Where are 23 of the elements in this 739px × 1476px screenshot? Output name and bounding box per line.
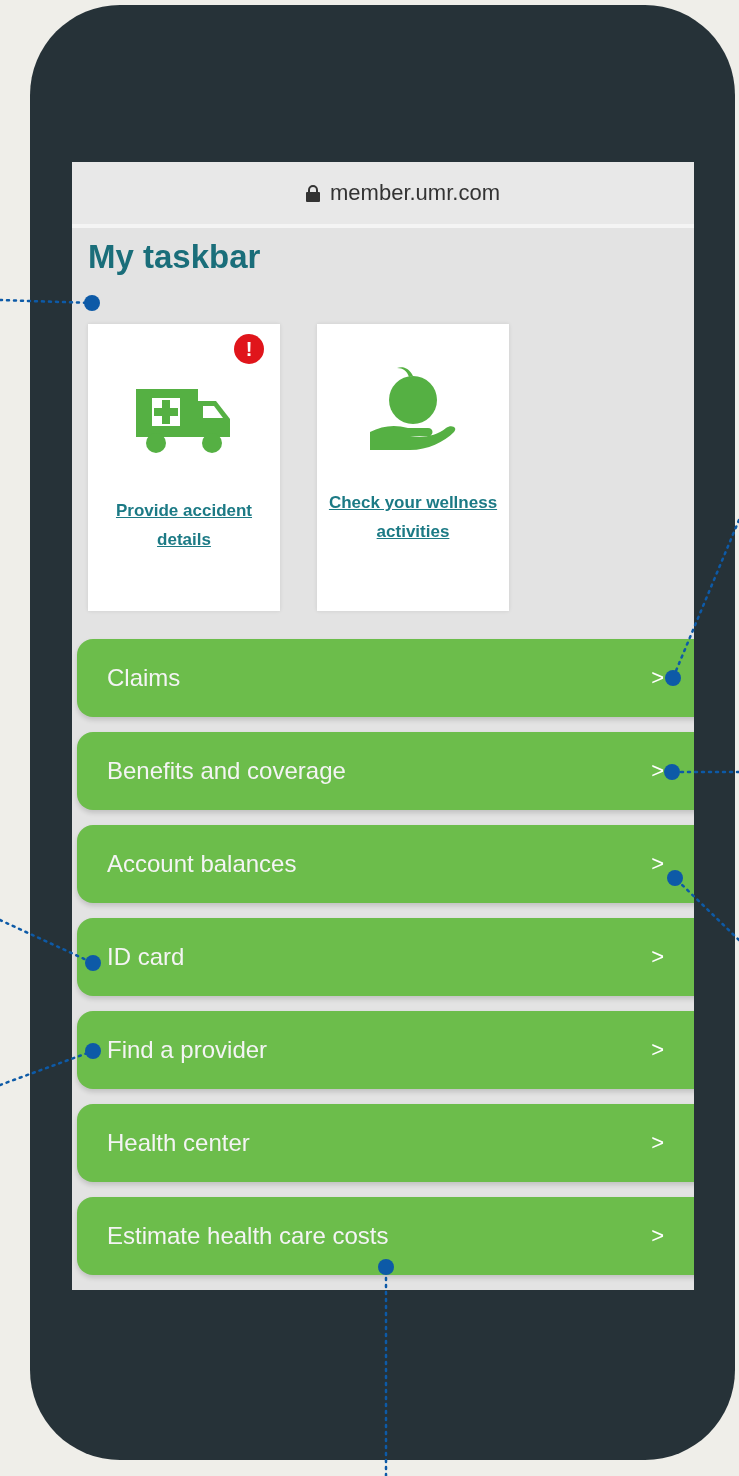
task-link[interactable]: Check your wellness activities bbox=[327, 488, 499, 546]
chevron-icon: > bbox=[651, 944, 664, 970]
menu-item[interactable]: Claims > bbox=[77, 639, 694, 717]
menu-item[interactable]: ID card > bbox=[77, 918, 694, 996]
chevron-icon: > bbox=[651, 1037, 664, 1063]
chevron-icon: > bbox=[651, 665, 664, 691]
menu-item[interactable]: Health center > bbox=[77, 1104, 694, 1182]
chevron-icon: > bbox=[651, 1130, 664, 1156]
chevron-icon: > bbox=[651, 758, 664, 784]
alert-badge: ! bbox=[234, 334, 264, 364]
menu-item[interactable]: Benefits and coverage > bbox=[77, 732, 694, 810]
task-card[interactable]: Check your wellness activities bbox=[317, 324, 509, 611]
menu-item[interactable]: Find a provider > bbox=[77, 1011, 694, 1089]
lock-icon bbox=[306, 184, 321, 202]
callout-marker bbox=[667, 870, 739, 942]
taskbar-title: My taskbar bbox=[88, 238, 262, 276]
url-text: member.umr.com bbox=[330, 180, 500, 206]
chevron-icon: > bbox=[651, 851, 664, 877]
task-card[interactable]: ! Provide accident details bbox=[88, 324, 280, 611]
chevron-icon: > bbox=[651, 1223, 664, 1249]
task-link[interactable]: Provide accident details bbox=[98, 496, 270, 554]
menu-item[interactable]: Account balances > bbox=[77, 825, 694, 903]
menu-item[interactable]: Estimate health care costs > bbox=[77, 1197, 694, 1275]
